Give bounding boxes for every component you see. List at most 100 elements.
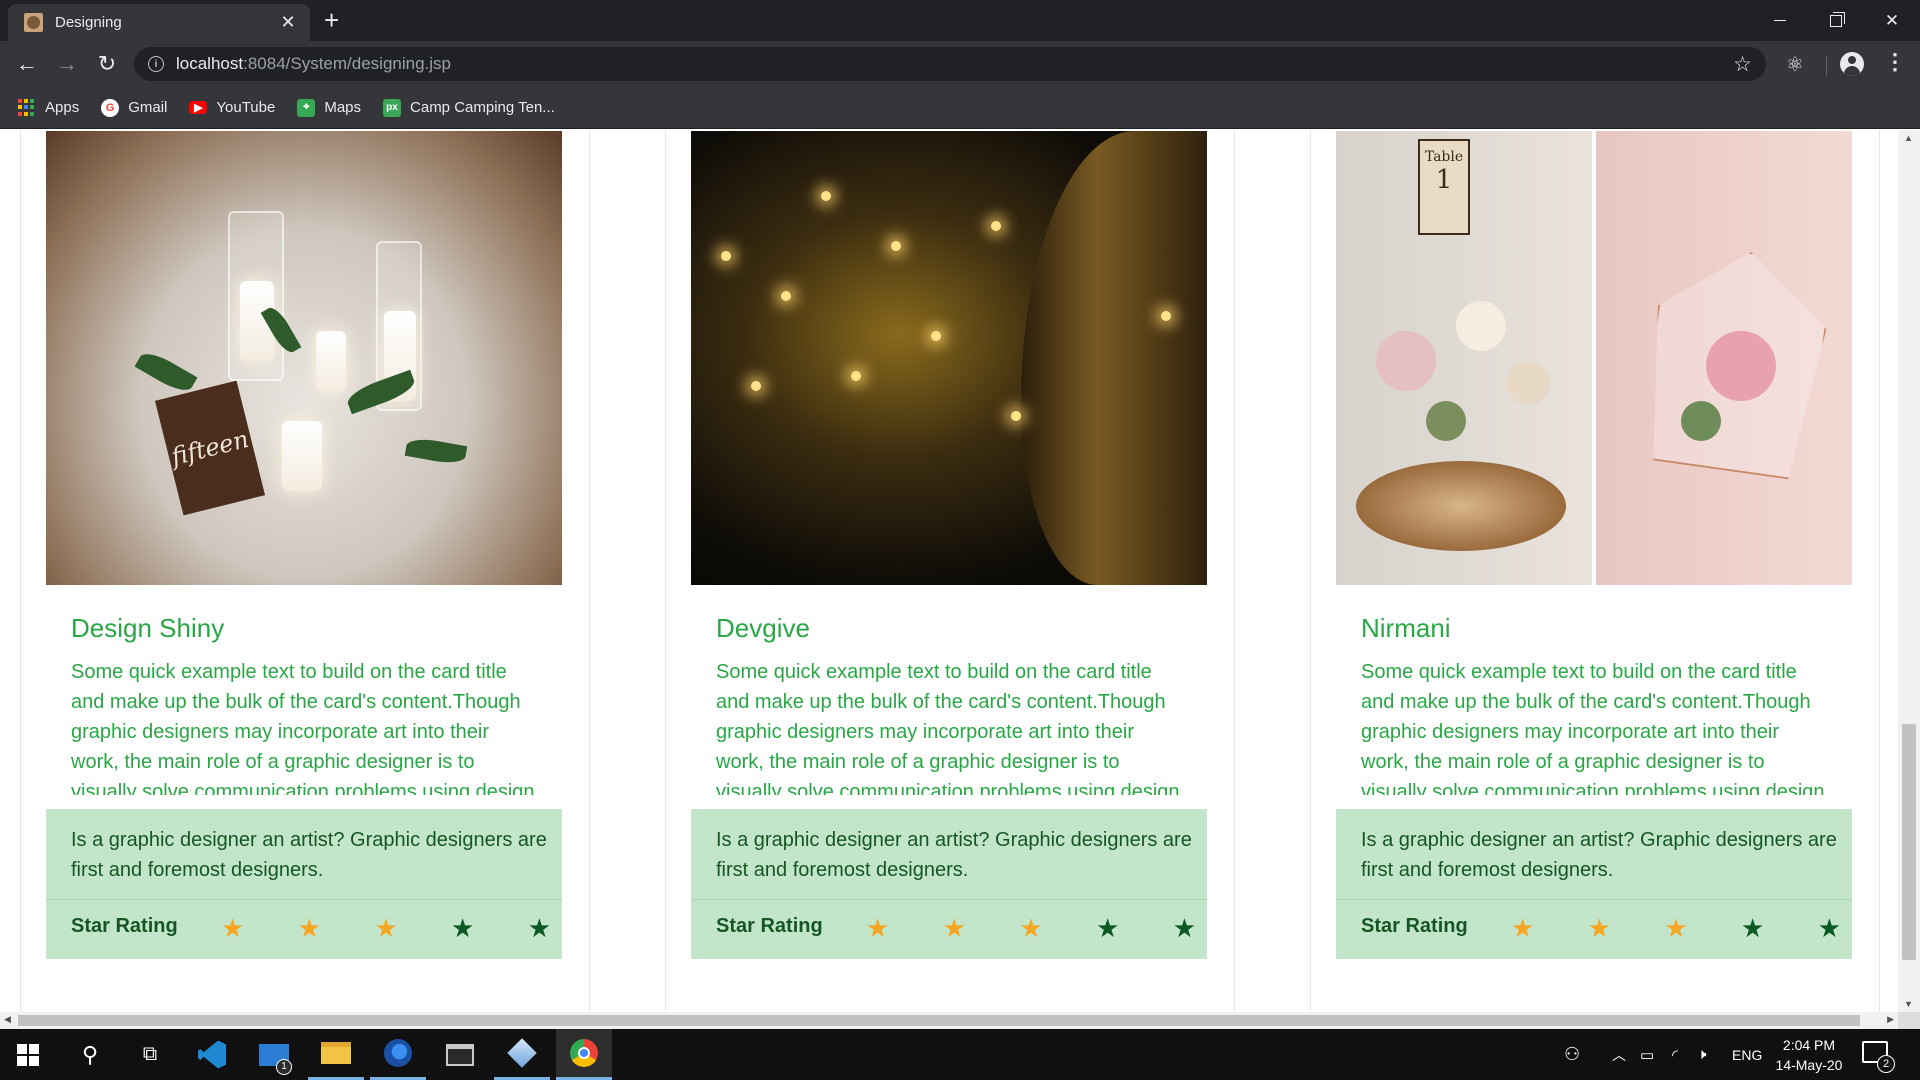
bookmark-star-icon[interactable]: ☆ <box>1733 52 1752 77</box>
leaf-icon <box>134 347 198 397</box>
chrome-menu-icon[interactable]: ⋮ <box>1884 50 1906 74</box>
close-tab-icon[interactable]: ✕ <box>278 12 298 33</box>
card-text: Some quick example text to build on the … <box>716 661 1180 795</box>
card-column-2: Devgive Some quick example text to build… <box>665 130 1235 1012</box>
bookmark-apps[interactable]: Apps <box>18 98 80 117</box>
terminal-icon[interactable] <box>432 1029 488 1080</box>
bookmark-label: YouTube <box>216 99 276 116</box>
scroll-right-icon[interactable]: ▶ <box>1887 1014 1894 1025</box>
google-icon: G <box>101 98 120 117</box>
bookmark-gmail[interactable]: G Gmail <box>101 98 167 117</box>
card-footer: Is a graphic designer an artist? Graphic… <box>691 809 1207 959</box>
lantern-icon <box>751 381 761 391</box>
flower-icon <box>1456 301 1506 351</box>
bookmark-youtube[interactable]: ▶ YouTube <box>189 99 275 116</box>
footer-text: Is a graphic designer an artist? Graphic… <box>1361 829 1837 881</box>
table-number-card: Table 1 <box>1418 139 1470 235</box>
firefox-icon[interactable] <box>370 1029 426 1080</box>
tree-trunk <box>1021 131 1207 585</box>
language-indicator[interactable]: ENG <box>1732 1029 1762 1080</box>
star-rating: ★ ★ ★ ★ ★ <box>221 915 551 941</box>
scroll-up-icon[interactable]: ▲ <box>1904 133 1913 143</box>
star-icon[interactable]: ★ <box>1588 915 1611 941</box>
new-tab-button[interactable]: + <box>324 7 339 33</box>
star-icon[interactable]: ★ <box>1096 915 1119 941</box>
vertical-scroll-thumb[interactable] <box>1902 724 1916 960</box>
address-bar[interactable]: i localhost:8084/System/designing.jsp ☆ <box>134 47 1766 81</box>
clock[interactable]: 2:04 PM 14-May-20 <box>1770 1035 1848 1075</box>
star-icon[interactable]: ★ <box>1511 915 1534 941</box>
wifi-icon[interactable]: ◜ <box>1672 1029 1678 1080</box>
horizontal-scrollbar[interactable]: ◀ ▶ <box>0 1012 1898 1029</box>
star-icon[interactable]: ★ <box>451 915 474 941</box>
card-title: Nirmani <box>1361 613 1451 643</box>
card-column-3: Table 1 Nirmani Some quick example text t… <box>1310 130 1880 1012</box>
bookmark-label: Camp Camping Ten... <box>410 99 555 116</box>
star-icon[interactable]: ★ <box>221 915 244 941</box>
vscode-icon[interactable] <box>184 1029 240 1080</box>
wood-slice <box>1356 461 1566 551</box>
candle-icon <box>316 331 346 391</box>
mail-icon[interactable]: 1 <box>246 1029 302 1080</box>
star-icon[interactable]: ★ <box>528 915 551 941</box>
footer-text: Is a graphic designer an artist? Graphic… <box>716 829 1192 881</box>
restore-button[interactable] <box>1808 0 1864 41</box>
leaf-icon <box>404 435 468 467</box>
forward-arrow-icon[interactable]: → <box>52 49 82 79</box>
star-icon[interactable]: ★ <box>298 915 321 941</box>
star-icon[interactable]: ★ <box>1019 915 1042 941</box>
star-icon[interactable]: ★ <box>1664 915 1687 941</box>
extension-icon[interactable]: ⚛ <box>1783 52 1807 76</box>
card-column-1: fifteen Design Shiny Some quick example … <box>20 130 590 1012</box>
scroll-left-icon[interactable]: ◀ <box>4 1014 11 1025</box>
profile-avatar-icon[interactable] <box>1840 52 1864 76</box>
star-rating-label: Star Rating <box>716 915 823 937</box>
lantern-icon <box>851 371 861 381</box>
url-host: localhost <box>176 54 244 73</box>
star-icon[interactable]: ★ <box>374 915 397 941</box>
people-icon[interactable]: ⚇ <box>1564 1029 1580 1080</box>
star-icon[interactable]: ★ <box>1173 915 1196 941</box>
lantern-icon <box>931 331 941 341</box>
scroll-down-icon[interactable]: ▼ <box>1904 999 1913 1009</box>
reload-icon[interactable]: ↻ <box>92 49 122 79</box>
star-icon[interactable]: ★ <box>866 915 889 941</box>
start-button[interactable] <box>0 1029 56 1080</box>
bookmark-label: Apps <box>45 99 80 116</box>
volume-muted-icon[interactable]: 🕨 <box>1697 1029 1706 1080</box>
site-info-icon[interactable]: i <box>148 56 164 72</box>
minimize-button[interactable] <box>1752 0 1808 41</box>
task-view-icon[interactable]: ⧉ <box>122 1029 178 1080</box>
clock-time: 2:04 PM <box>1782 1037 1836 1053</box>
px-icon: px <box>383 98 402 117</box>
bookmark-camping[interactable]: px Camp Camping Ten... <box>383 98 555 117</box>
close-window-button[interactable]: ✕ <box>1864 0 1920 41</box>
star-rating-label: Star Rating <box>1361 915 1468 937</box>
star-icon[interactable]: ★ <box>1741 915 1764 941</box>
browser-tab[interactable]: Designing ✕ <box>8 4 310 41</box>
file-explorer-icon[interactable] <box>308 1029 364 1080</box>
virtualbox-icon[interactable] <box>494 1029 550 1080</box>
maps-icon: ⌖ <box>297 98 316 117</box>
tab-favicon-icon <box>24 13 43 32</box>
horizontal-scroll-thumb[interactable] <box>18 1015 1860 1026</box>
back-arrow-icon[interactable]: ← <box>12 49 42 79</box>
bookmark-maps[interactable]: ⌖ Maps <box>297 98 361 117</box>
mail-badge: 1 <box>276 1059 292 1075</box>
flower-icon <box>1376 331 1436 391</box>
chrome-icon[interactable] <box>556 1029 612 1080</box>
star-rating-label: Star Rating <box>71 915 178 937</box>
star-rating: ★ ★ ★ ★ ★ <box>1511 915 1841 941</box>
star-icon[interactable]: ★ <box>1818 915 1841 941</box>
tray-chevron-up-icon[interactable]: ︿ <box>1612 1029 1626 1080</box>
vertical-scrollbar[interactable]: ▲ ▼ <box>1898 130 1920 1012</box>
card-image: Table 1 <box>1336 131 1852 585</box>
lantern-icon <box>781 291 791 301</box>
lantern-icon <box>721 251 731 261</box>
search-icon[interactable]: ⚲ <box>62 1029 118 1080</box>
star-icon[interactable]: ★ <box>943 915 966 941</box>
windows-taskbar: ⚲ ⧉ 1 ⚇ ︿ ▭ ◜ 🕨 ENG 2:04 PM 14-May-20 2 <box>0 1029 1920 1080</box>
battery-icon[interactable]: ▭ <box>1640 1029 1654 1080</box>
flower-icon <box>1506 361 1550 405</box>
windows-logo-icon <box>17 1043 39 1066</box>
